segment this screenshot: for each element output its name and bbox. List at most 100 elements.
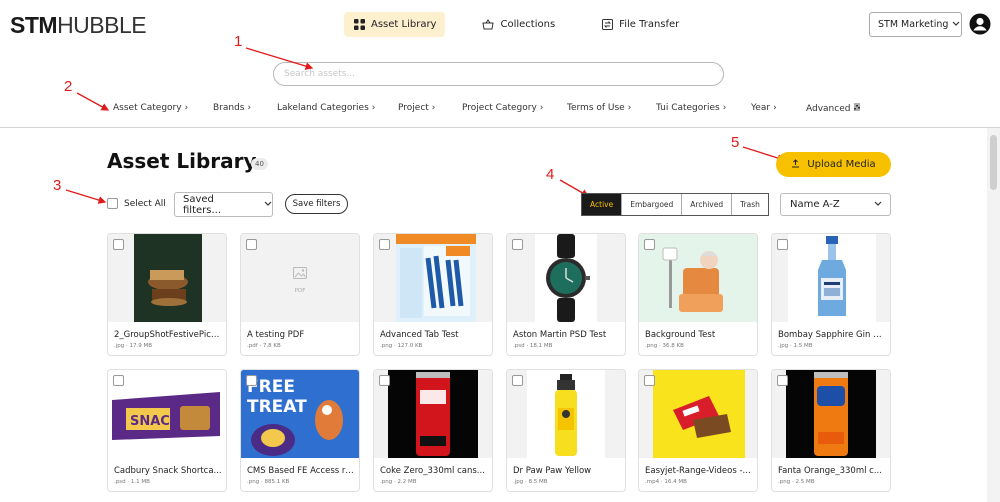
asset-card[interactable]: SNACK Cadbury Snack Shortca... .psd · 1.… xyxy=(107,369,227,492)
asset-card[interactable]: 2_GroupShotFestivePick... .jpg · 17.9 MB xyxy=(107,233,227,356)
asset-thumbnail xyxy=(639,370,757,458)
asset-card[interactable]: PDF A testing PDF .pdf · 7.8 KB xyxy=(240,233,360,356)
asset-thumbnail xyxy=(374,234,492,322)
asset-checkbox[interactable] xyxy=(777,375,788,386)
asset-card[interactable]: Coke Zero_330ml cans... .png · 2.2 MB xyxy=(373,369,493,492)
asset-thumbnail: SNACK xyxy=(108,370,226,458)
poster-image xyxy=(394,234,478,322)
asset-checkbox[interactable] xyxy=(113,375,124,386)
logo-light: HUBBLE xyxy=(57,12,147,38)
asset-thumbnail: FREE TREAT xyxy=(241,370,359,458)
sort-select[interactable]: Name A-Z xyxy=(780,193,891,216)
tab-archived[interactable]: Archived xyxy=(681,194,731,215)
filter-brands[interactable]: Brands › xyxy=(213,103,251,113)
upload-icon xyxy=(791,158,800,171)
select-all[interactable]: Select All xyxy=(107,198,166,209)
asset-meta: .mp4 · 16.4 MB xyxy=(645,479,687,485)
asset-meta: .png · 36.8 KB xyxy=(645,343,684,349)
nav-file-transfer[interactable]: File Transfer xyxy=(592,12,688,37)
annotation-4: 4 xyxy=(546,166,555,183)
gin-image xyxy=(788,234,876,322)
asset-count-badge: 40 xyxy=(251,158,268,170)
asset-card[interactable]: FREE TREAT CMS Based FE Access re... .png… xyxy=(240,369,360,492)
top-nav: Asset Library Collections File Transfer xyxy=(344,12,688,37)
user-avatar-icon[interactable] xyxy=(969,13,991,35)
tab-embargoed[interactable]: Embargoed xyxy=(621,194,681,215)
asset-name: A testing PDF xyxy=(247,330,305,340)
saved-filters-label: Saved filters... xyxy=(183,193,222,216)
chevron-down-icon xyxy=(874,199,882,210)
asset-name: Background Test xyxy=(645,330,716,340)
asset-checkbox[interactable] xyxy=(246,375,257,386)
asset-checkbox[interactable] xyxy=(777,239,788,250)
asset-checkbox[interactable] xyxy=(512,239,523,250)
asset-thumbnail xyxy=(108,234,226,322)
nav-collections[interactable]: Collections xyxy=(473,12,564,37)
asset-name: Dr Paw Paw Yellow xyxy=(513,466,592,476)
filter-tui-categories[interactable]: Tui Categories › xyxy=(656,103,726,113)
asset-checkbox[interactable] xyxy=(379,239,390,250)
asset-checkbox[interactable] xyxy=(512,375,523,386)
filter-label: Year xyxy=(751,103,771,113)
filter-label: Lakeland Categories xyxy=(277,103,369,113)
asset-checkbox[interactable] xyxy=(113,239,124,250)
chevron-right-icon: › xyxy=(247,103,252,113)
asset-card[interactable]: Bombay Sapphire Gin 5... .jpg · 1.5 MB xyxy=(771,233,891,356)
filter-label: Advanced xyxy=(806,103,851,114)
tab-active[interactable]: Active xyxy=(582,194,622,215)
asset-card[interactable]: Advanced Tab Test .png · 127.0 KB xyxy=(373,233,493,356)
chevron-down-icon xyxy=(952,19,960,30)
asset-name: Bombay Sapphire Gin 5... xyxy=(778,330,886,340)
asset-name: Fanta Orange_330ml c... xyxy=(778,466,882,476)
select-all-checkbox[interactable] xyxy=(107,198,118,209)
sort-label: Name A-Z xyxy=(790,199,840,210)
account-select[interactable]: STM Marketing xyxy=(869,12,962,37)
asset-card[interactable]: Background Test .png · 36.8 KB xyxy=(638,233,758,356)
asset-name: Coke Zero_330ml cans... xyxy=(380,466,485,476)
snack-image: SNACK xyxy=(108,370,226,458)
chevron-right-icon: › xyxy=(627,103,632,113)
saved-filters-select[interactable]: Saved filters... xyxy=(174,192,273,217)
filter-lakeland-categories[interactable]: Lakeland Categories › xyxy=(277,103,375,113)
logo[interactable]: STMHUBBLE xyxy=(10,12,147,39)
asset-meta: .jpg · 8.5 MB xyxy=(513,479,548,485)
asset-thumbnail xyxy=(507,234,625,322)
asset-meta: .jpg · 1.5 MB xyxy=(778,343,813,349)
fanta-can-image xyxy=(786,370,876,458)
asset-card[interactable]: Fanta Orange_330ml c... .png · 2.5 MB xyxy=(771,369,891,492)
asset-checkbox[interactable] xyxy=(379,375,390,386)
chevron-down-icon xyxy=(264,199,272,210)
asset-checkbox[interactable] xyxy=(644,239,655,250)
asset-meta: .jpg · 17.9 MB xyxy=(114,343,153,349)
cake-image xyxy=(134,234,202,322)
asset-meta: .png · 2.5 MB xyxy=(778,479,815,485)
chevron-right-icon: › xyxy=(184,103,189,113)
filter-advanced[interactable]: Advanced xyxy=(806,103,861,114)
asset-card[interactable]: Easyjet-Range-Videos -... .mp4 · 16.4 MB xyxy=(638,369,758,492)
filter-project[interactable]: Project › xyxy=(398,103,435,113)
illustration-image xyxy=(639,234,757,322)
filter-asset-category[interactable]: Asset Category › xyxy=(113,103,188,113)
filter-project-category[interactable]: Project Category › xyxy=(462,103,543,113)
search-input[interactable] xyxy=(273,62,724,86)
asset-thumbnail: PDF xyxy=(241,234,359,322)
filter-terms-of-use[interactable]: Terms of Use › xyxy=(567,103,631,113)
nav-asset-library[interactable]: Asset Library xyxy=(344,12,446,37)
asset-thumbnail xyxy=(772,234,890,322)
chevron-right-icon: › xyxy=(722,103,727,113)
nav-label: Asset Library xyxy=(371,19,437,30)
filter-year[interactable]: Year › xyxy=(751,103,777,113)
scrollbar-thumb[interactable] xyxy=(990,135,997,190)
svg-text:TREAT: TREAT xyxy=(247,397,307,417)
asset-checkbox[interactable] xyxy=(644,375,655,386)
tab-trash[interactable]: Trash xyxy=(731,194,768,215)
chevron-right-icon: › xyxy=(773,103,777,113)
asset-checkbox[interactable] xyxy=(246,239,257,250)
upload-media-button[interactable]: Upload Media xyxy=(776,152,891,177)
asset-card[interactable]: Dr Paw Paw Yellow .jpg · 8.5 MB xyxy=(506,369,626,492)
select-all-label: Select All xyxy=(124,198,166,209)
asset-thumbnail xyxy=(639,234,757,322)
asset-card[interactable]: Aston Martin PSD Test .psd · 18.1 MB xyxy=(506,233,626,356)
save-filters-button[interactable]: Save filters xyxy=(285,194,348,214)
asset-name: Easyjet-Range-Videos -... xyxy=(645,466,751,476)
